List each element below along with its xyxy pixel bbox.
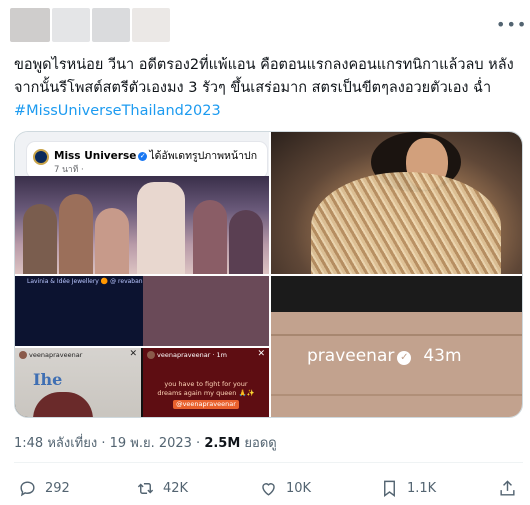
contestant-figure — [193, 200, 227, 274]
story-divider-line — [271, 394, 522, 396]
avatar[interactable] — [10, 8, 50, 42]
tweet-text: ขอพูดไรหน่อย วีนา อดีตรอง2ที่แพ้แอน คือต… — [14, 54, 518, 123]
instagram-story-b: veenapraveenar · 1m ✕ you have to fight … — [143, 348, 269, 417]
retweet-button[interactable]: 42K — [136, 476, 188, 500]
story-user-row: veenapraveenar · 1m — [147, 351, 227, 359]
close-icon: ✕ — [257, 349, 265, 359]
view-count: 2.5M — [204, 436, 241, 451]
story-photo — [33, 392, 93, 417]
portrait-gown — [311, 172, 501, 274]
media-tile-gold-gown-portrait[interactable] — [271, 132, 522, 274]
instagram-username: praveenar — [307, 346, 395, 366]
tweet-action-bar: 292 42K 10K 1.1K — [14, 476, 523, 500]
story-user-row: veenapraveenar — [19, 351, 82, 359]
contestant-figure — [59, 194, 93, 274]
tweet-timestamp[interactable]: 1:48 หลังเที่ยง · 19 พ.ย. 2023 · — [14, 436, 204, 451]
like-count: 10K — [286, 480, 312, 496]
reply-count: 292 — [45, 480, 70, 496]
more-horizontal-icon[interactable]: ••• — [496, 17, 526, 33]
facebook-page-name: Miss Universe — [54, 150, 137, 162]
crowning-photo — [15, 176, 269, 274]
like-button[interactable]: 10K — [259, 476, 311, 500]
bookmark-count: 1.1K — [407, 480, 437, 496]
facebook-post-time: 7 นาที · — [54, 165, 84, 175]
share-button[interactable] — [498, 476, 525, 500]
facebook-page-avatar — [33, 149, 49, 165]
hashtag-link[interactable]: #MissUniverseThailand2023 — [14, 100, 518, 123]
divider — [14, 462, 523, 463]
instagram-post-time: 43m — [423, 346, 462, 366]
stage-overlay — [15, 276, 143, 346]
media-tile-instagram-name[interactable]: praveenar ✓ 43m — [271, 276, 522, 417]
contestant-figure — [95, 208, 129, 274]
tweet-meta: 1:48 หลังเที่ยง · 19 พ.ย. 2023 · 2.5M ยอ… — [14, 432, 277, 453]
media-tile-facebook-screenshot[interactable]: Miss Universe ✓ ได้อัพเดทรูปภาพหน้าปก 7 นา… — [15, 132, 269, 274]
story-message: you have to fight for your dreams again … — [143, 380, 269, 409]
contestant-figure — [23, 204, 57, 274]
story-user: veenapraveenar — [29, 351, 83, 359]
story-progress-line — [271, 334, 522, 336]
story-avatar — [147, 351, 155, 359]
facebook-page-name-row: Miss Universe ✓ ได้อัพเดทรูปภาพหน้าปก — [54, 147, 257, 164]
tweet-text-line-2: จากนั้นรีโพสต์สตรีตัวเองมง 3 รัวๆ ขึ้นเส… — [14, 80, 492, 96]
story-message-line-2: dreams again my queen 🙏✨ — [157, 389, 255, 397]
media-tile-stage-screenshot[interactable]: Lavinia & Idée Jewellery 🟠 @ revabands ·… — [15, 276, 269, 346]
winner-figure — [137, 182, 185, 274]
media-grid[interactable]: Miss Universe ✓ ได้อัพเดทรูปภาพหน้าปก 7 นา… — [14, 131, 523, 418]
author-meta-redacted — [132, 8, 170, 42]
bookmark-icon — [384, 480, 395, 497]
tweet-header: ••• — [0, 8, 530, 50]
bookmark-button[interactable]: 1.1K — [380, 476, 436, 500]
story-headline: Ihe — [33, 370, 63, 389]
stage-panel — [143, 276, 269, 346]
tweet-text-line-1: ขอพูดไรหน่อย วีนา อดีตรอง2ที่แพ้แอน คือต… — [14, 57, 514, 73]
reply-icon — [20, 480, 35, 496]
verified-badge-icon: ✓ — [397, 351, 412, 365]
author-handle-redacted[interactable] — [92, 8, 130, 42]
story-avatar — [19, 351, 27, 359]
retweet-count: 42K — [163, 480, 189, 496]
share-icon — [500, 479, 515, 496]
story-user: veenapraveenar · 1m — [157, 351, 228, 359]
story-mention-tag: @veenapraveenar — [173, 400, 239, 409]
close-icon: ✕ — [129, 349, 137, 359]
reply-button[interactable]: 292 — [18, 476, 70, 500]
instagram-story-a: veenapraveenar ✕ Ihe — [15, 348, 141, 417]
facebook-post-header: Miss Universe ✓ ได้อัพเดทรูปภาพหน้าปก 7 นา… — [27, 142, 267, 178]
contestant-figure — [229, 210, 263, 274]
author-name-redacted[interactable] — [52, 8, 90, 42]
heart-icon — [262, 482, 275, 496]
media-tile-instagram-stories[interactable]: veenapraveenar ✕ Ihe veenapraveenar · 1m… — [15, 348, 269, 417]
instagram-username-row: praveenar ✓ 43m — [307, 346, 462, 366]
view-count-label: ยอดดู — [240, 436, 277, 451]
retweet-icon — [137, 482, 154, 494]
story-dark-band — [271, 276, 522, 312]
facebook-post-action: ได้อัพเดทรูปภาพหน้าปก — [149, 150, 258, 162]
verified-badge-icon: ✓ — [138, 152, 148, 161]
story-message-line-1: you have to fight for your — [164, 380, 248, 388]
